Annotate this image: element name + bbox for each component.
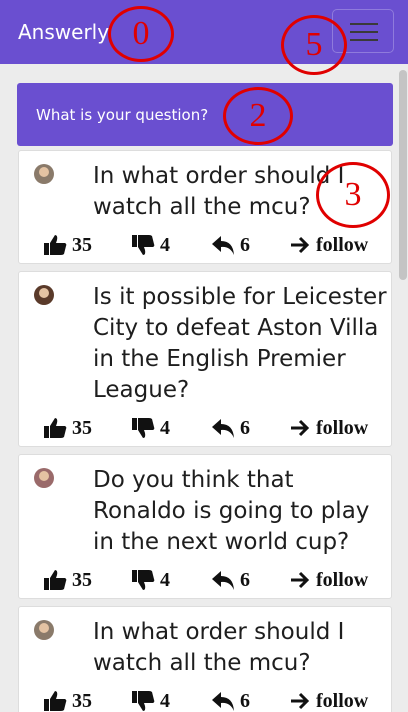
thumbs-down-icon xyxy=(131,569,155,591)
question-actions: 35 4 6 follow xyxy=(43,689,381,712)
follow-label: follow xyxy=(316,689,369,712)
reply-icon xyxy=(211,569,235,591)
ask-question-button[interactable]: What is your question? xyxy=(17,83,393,146)
dislike-count: 4 xyxy=(160,568,170,591)
question-card[interactable]: In what order should I watch all the mcu… xyxy=(18,150,392,264)
reply-count: 6 xyxy=(240,233,250,256)
question-actions: 35 4 6 follow xyxy=(43,416,381,440)
like-button[interactable]: 35 xyxy=(43,416,92,440)
thumbs-down-icon xyxy=(131,690,155,712)
thumbs-down-icon xyxy=(131,234,155,256)
reply-button[interactable]: 6 xyxy=(211,568,250,592)
reply-count: 6 xyxy=(240,568,250,591)
thumbs-up-icon xyxy=(43,690,67,712)
dislike-count: 4 xyxy=(160,689,170,712)
menu-toggle-button[interactable] xyxy=(332,9,394,53)
arrow-right-icon xyxy=(289,570,311,590)
thumbs-up-icon xyxy=(43,234,67,256)
brand-logo[interactable]: Answerly xyxy=(18,20,109,44)
question-card[interactable]: In what order should I watch all the mcu… xyxy=(18,606,392,712)
navbar: Answerly xyxy=(0,0,408,64)
avatar xyxy=(34,468,54,488)
like-count: 35 xyxy=(72,233,92,256)
avatar xyxy=(34,164,54,184)
follow-label: follow xyxy=(316,568,369,591)
thumbs-up-icon xyxy=(43,417,67,439)
reply-button[interactable]: 6 xyxy=(211,416,250,440)
follow-button[interactable]: follow xyxy=(289,689,368,712)
arrow-right-icon xyxy=(289,418,311,438)
question-card[interactable]: Do you think that Ronaldo is going to pl… xyxy=(18,454,392,599)
scrollbar[interactable] xyxy=(399,70,407,280)
reply-icon xyxy=(211,417,235,439)
reply-button[interactable]: 6 xyxy=(211,689,250,712)
question-actions: 35 4 6 follow xyxy=(43,233,381,257)
avatar xyxy=(34,285,54,305)
follow-label: follow xyxy=(316,416,369,439)
follow-button[interactable]: follow xyxy=(289,568,368,592)
reply-count: 6 xyxy=(240,689,250,712)
avatar xyxy=(34,620,54,640)
dislike-count: 4 xyxy=(160,416,170,439)
question-text[interactable]: In what order should I watch all the mcu… xyxy=(93,617,389,679)
ask-question-label: What is your question? xyxy=(36,106,209,124)
thumbs-down-icon xyxy=(131,417,155,439)
like-count: 35 xyxy=(72,568,92,591)
dislike-button[interactable]: 4 xyxy=(131,233,170,257)
like-button[interactable]: 35 xyxy=(43,568,92,592)
dislike-button[interactable]: 4 xyxy=(131,568,170,592)
dislike-button[interactable]: 4 xyxy=(131,416,170,440)
question-text[interactable]: In what order should I watch all the mcu… xyxy=(93,161,389,223)
arrow-right-icon xyxy=(289,235,311,255)
reply-icon xyxy=(211,234,235,256)
question-text[interactable]: Is it possible for Leicester City to def… xyxy=(93,282,389,406)
reply-count: 6 xyxy=(240,416,250,439)
question-actions: 35 4 6 follow xyxy=(43,568,381,592)
follow-label: follow xyxy=(316,233,369,256)
like-button[interactable]: 35 xyxy=(43,689,92,712)
follow-button[interactable]: follow xyxy=(289,233,368,257)
arrow-right-icon xyxy=(289,691,311,711)
follow-button[interactable]: follow xyxy=(289,416,368,440)
dislike-button[interactable]: 4 xyxy=(131,689,170,712)
reply-icon xyxy=(211,690,235,712)
thumbs-up-icon xyxy=(43,569,67,591)
like-count: 35 xyxy=(72,416,92,439)
question-text[interactable]: Do you think that Ronaldo is going to pl… xyxy=(93,465,389,558)
like-button[interactable]: 35 xyxy=(43,233,92,257)
reply-button[interactable]: 6 xyxy=(211,233,250,257)
dislike-count: 4 xyxy=(160,233,170,256)
question-card[interactable]: Is it possible for Leicester City to def… xyxy=(18,271,392,447)
like-count: 35 xyxy=(72,689,92,712)
